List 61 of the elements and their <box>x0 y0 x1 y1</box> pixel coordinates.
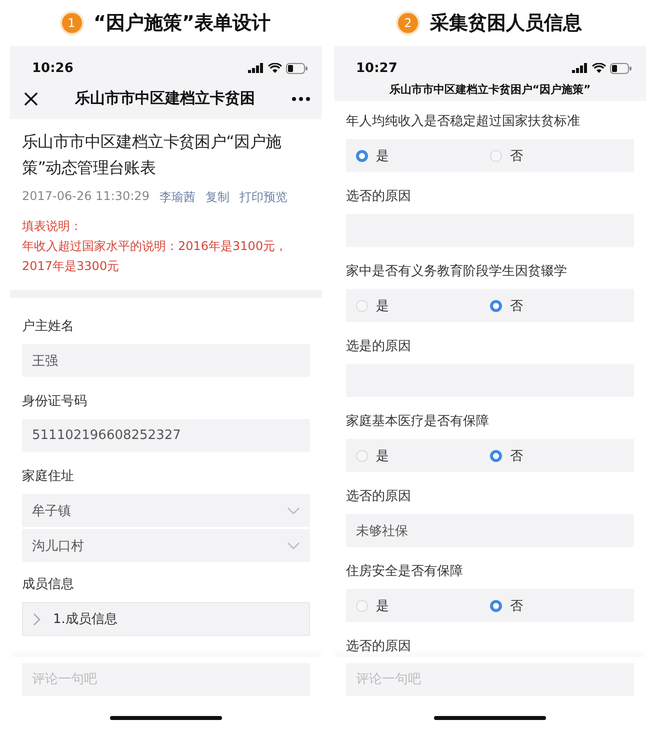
instruction-text: 年收入超过国家水平的说明：2016年是3100元，2017年是3300元 <box>22 238 288 275</box>
status-time: 10:26 <box>32 60 74 76</box>
battery-icon <box>610 62 632 74</box>
field-label: 户主姓名 <box>22 318 75 336</box>
option-label: 否 <box>510 448 523 464</box>
field-label: 年人均纯收入是否稳定超过国家扶贫标准 <box>346 113 581 131</box>
field-label: 选否的原因 <box>346 638 412 656</box>
close-icon[interactable] <box>24 92 38 106</box>
option-label: 是 <box>376 598 389 614</box>
author-name: 李瑜茜 <box>159 189 196 206</box>
status-time: 10:27 <box>356 60 398 76</box>
nav-title: 乐山市市中区建档立卡贫困 <box>74 89 256 108</box>
option-label: 是 <box>376 148 389 164</box>
select-field[interactable]: 沟儿口村 <box>22 529 310 562</box>
radio-button[interactable] <box>490 300 502 312</box>
field-label: 选否的原因 <box>346 188 412 206</box>
nav-title: 乐山市市中区建档立卡贫困户“因户施策” <box>389 82 591 97</box>
option-label: 否 <box>510 148 523 164</box>
section-title: “因户施策”表单设计 <box>94 11 270 36</box>
select-field[interactable]: 牟子镇 <box>22 494 310 527</box>
signal-icon <box>248 63 264 73</box>
select-value: 沟儿口村 <box>32 538 84 554</box>
radio-button[interactable] <box>356 150 368 162</box>
input-field[interactable]: 王强 <box>22 344 310 377</box>
option-label: 是 <box>376 448 389 464</box>
input-field[interactable]: 511102196608252327 <box>22 419 310 452</box>
document-title: 乐山市市中区建档立卡贫困户“因户施策”动态管理台账表 <box>22 131 282 179</box>
instruction-text: 填表说明： <box>22 218 83 235</box>
document-date: 2017-06-26 11:30:29 <box>22 189 150 205</box>
collapsible-item[interactable]: 1.成员信息 <box>22 602 310 636</box>
select-value: 牟子镇 <box>32 502 71 520</box>
signal-icon <box>572 63 588 73</box>
section-title: 采集贫困人员信息 <box>430 11 582 36</box>
step-badge: 2 <box>398 13 418 33</box>
action-link[interactable]: 打印预览 <box>239 189 288 206</box>
option-label: 是 <box>376 298 389 314</box>
action-link[interactable]: 复制 <box>205 189 230 206</box>
chevron-down-icon <box>287 542 300 550</box>
battery-icon <box>286 62 308 74</box>
comment-field[interactable]: 评论一句吧 <box>346 663 634 696</box>
step-badge: 1 <box>62 13 82 33</box>
radio-button[interactable] <box>490 450 502 462</box>
field-label: 家庭住址 <box>22 468 75 486</box>
item-label: 1.成员信息 <box>53 611 118 628</box>
input-field[interactable]: 未够社保 <box>346 514 634 547</box>
field-label: 家中是否有义务教育阶段学生因贫辍学 <box>346 262 568 281</box>
field-label: 选否的原因 <box>346 488 412 506</box>
chevron-right-icon <box>33 612 41 626</box>
field-label: 选是的原因 <box>346 338 412 356</box>
field-label: 家庭基本医疗是否有保障 <box>346 413 490 431</box>
chevron-down-icon <box>287 506 300 514</box>
wifi-icon <box>268 63 282 73</box>
radio-button[interactable] <box>490 600 502 612</box>
comment-field[interactable]: 评论一句吧 <box>22 663 310 696</box>
option-label: 否 <box>510 598 523 614</box>
field-label: 身份证号码 <box>22 393 88 411</box>
wifi-icon <box>592 63 606 73</box>
option-label: 否 <box>510 298 523 314</box>
more-icon[interactable] <box>292 96 310 100</box>
field-label: 住房安全是否有保障 <box>346 563 464 581</box>
field-label: 成员信息 <box>22 576 75 594</box>
